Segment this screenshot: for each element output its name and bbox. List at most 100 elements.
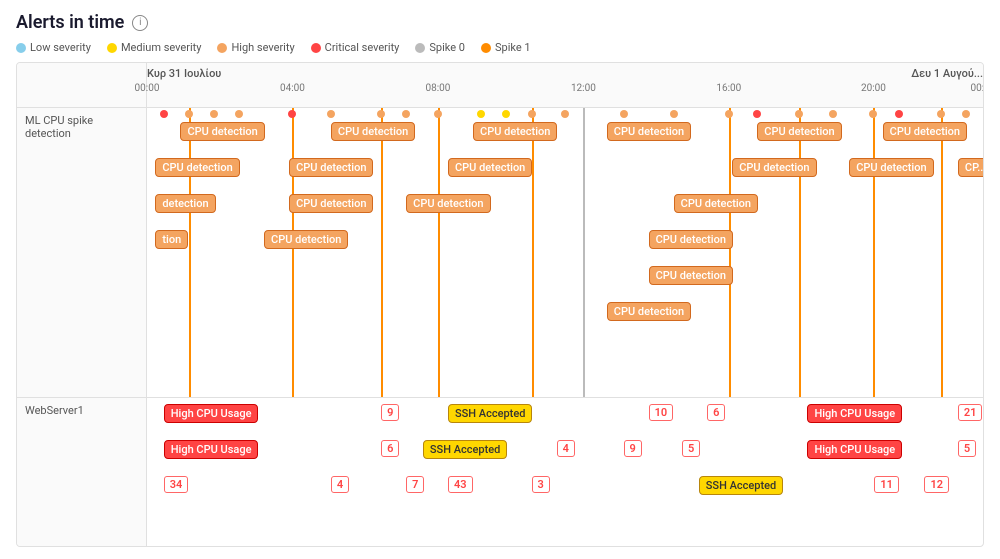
dot-high-10 — [620, 110, 628, 118]
spike-line-8 — [799, 108, 801, 397]
ssh-accepted-3[interactable]: SSH Accepted — [699, 476, 783, 495]
cpu-detect-13[interactable]: detection — [155, 194, 215, 213]
tick-1200: 12:00 — [571, 83, 596, 94]
legend-low: Low severity — [16, 41, 91, 54]
dot-critical-3 — [753, 110, 761, 118]
high-severity-label: High severity — [231, 41, 294, 54]
dot-critical-4 — [895, 110, 903, 118]
tick-0000-2: 00:00 — [971, 83, 984, 94]
cpu-detect-4[interactable]: CPU detection — [607, 122, 691, 141]
cpu-detect-21[interactable]: CPU detection — [607, 302, 691, 321]
webserver-label: WebServer1 — [17, 398, 147, 546]
cpu-detect-3[interactable]: CPU detection — [473, 122, 557, 141]
date-left: Κυρ 31 Ιουλίου — [147, 67, 221, 80]
high-cpu-1[interactable]: High CPU Usage — [164, 404, 259, 423]
low-severity-label: Low severity — [30, 41, 91, 54]
time-axis: Κυρ 31 Ιουλίου Δευ 1 Αυγού... 00:00 04:0… — [147, 63, 983, 107]
high-cpu-2[interactable]: High CPU Usage — [807, 404, 902, 423]
badge-12[interactable]: 12 — [924, 476, 949, 493]
cpu-detect-10[interactable]: CPU detection — [732, 158, 816, 177]
cpu-detect-1[interactable]: CPU detection — [180, 122, 264, 141]
badge-6-2[interactable]: 6 — [381, 440, 399, 457]
spike0-label: Spike 0 — [429, 41, 465, 54]
cpu-detect-12[interactable]: CP... — [958, 158, 983, 177]
medium-severity-label: Medium severity — [121, 41, 202, 54]
badge-10[interactable]: 10 — [649, 404, 674, 421]
dot-critical-1 — [160, 110, 168, 118]
cpu-detect-8[interactable]: CPU detection — [289, 158, 373, 177]
ssh-accepted-2[interactable]: SSH Accepted — [423, 440, 507, 459]
dot-high-17 — [962, 110, 970, 118]
chart-rows: ML CPU spike detection — [17, 108, 983, 546]
badge-34[interactable]: 34 — [164, 476, 189, 493]
legend-spike0: Spike 0 — [415, 41, 465, 54]
high-cpu-4[interactable]: High CPU Usage — [807, 440, 902, 459]
cpu-detect-5[interactable]: CPU detection — [757, 122, 841, 141]
spike1-label: Spike 1 — [495, 41, 531, 54]
dot-high-3 — [235, 110, 243, 118]
high-cpu-3[interactable]: High CPU Usage — [164, 440, 259, 459]
legend-spike1: Spike 1 — [481, 41, 531, 54]
legend-critical: Critical severity — [311, 41, 400, 54]
cpu-detect-16[interactable]: CPU detection — [674, 194, 758, 213]
webserver-row: WebServer1 High CPU Usage 9 SSH Accepted… — [17, 398, 983, 546]
header-label-spacer — [17, 63, 147, 107]
high-severity-dot — [217, 43, 227, 53]
time-header: Κυρ 31 Ιουλίου Δευ 1 Αυγού... 00:00 04:0… — [17, 63, 983, 108]
spike-line-10 — [941, 108, 943, 397]
legend: Low severity Medium severity High severi… — [16, 41, 984, 54]
cpu-detect-18[interactable]: CPU detection — [264, 230, 348, 249]
low-severity-dot — [16, 43, 26, 53]
dot-high-2 — [210, 110, 218, 118]
legend-high: High severity — [217, 41, 294, 54]
spike1-dot — [481, 43, 491, 53]
badge-4-1[interactable]: 4 — [557, 440, 575, 457]
cpu-detect-9[interactable]: CPU detection — [448, 158, 532, 177]
badge-5-1[interactable]: 5 — [682, 440, 700, 457]
spike0-dot — [415, 43, 425, 53]
ml-cpu-label: ML CPU spike detection — [17, 108, 147, 397]
badge-4-2[interactable]: 4 — [331, 476, 349, 493]
tick-0800: 08:00 — [425, 83, 450, 94]
cpu-detect-11[interactable]: CPU detection — [849, 158, 933, 177]
dot-row — [147, 108, 983, 118]
badge-9-2[interactable]: 9 — [624, 440, 642, 457]
cpu-detect-15[interactable]: CPU detection — [406, 194, 490, 213]
spike-line-7 — [729, 108, 731, 397]
date-right: Δευ 1 Αυγού... — [911, 67, 983, 80]
cpu-detect-2[interactable]: CPU detection — [331, 122, 415, 141]
badge-21[interactable]: 21 — [958, 404, 983, 421]
dot-high-9 — [561, 110, 569, 118]
spike-line-9 — [873, 108, 875, 397]
cpu-detect-19[interactable]: CPU detection — [649, 230, 733, 249]
cpu-detect-6[interactable]: CPU detection — [883, 122, 967, 141]
ml-cpu-row: ML CPU spike detection — [17, 108, 983, 398]
info-icon[interactable]: i — [132, 15, 148, 31]
critical-severity-dot — [311, 43, 321, 53]
cpu-detect-20[interactable]: CPU detection — [649, 266, 733, 285]
page-title: Alerts in time — [16, 12, 124, 33]
cpu-detect-17[interactable]: tion — [155, 230, 188, 249]
webserver-content: High CPU Usage 9 SSH Accepted 10 6 High … — [147, 398, 983, 546]
ssh-accepted-1[interactable]: SSH Accepted — [448, 404, 532, 423]
badge-6-1[interactable]: 6 — [707, 404, 725, 421]
spike-line-1 — [189, 108, 191, 397]
tick-2000: 20:00 — [861, 83, 886, 94]
cpu-detect-14[interactable]: CPU detection — [289, 194, 373, 213]
ml-cpu-content: CPU detection CPU detection CPU detectio… — [147, 108, 983, 397]
legend-medium: Medium severity — [107, 41, 202, 54]
badge-5-2[interactable]: 5 — [958, 440, 976, 457]
cpu-detect-7[interactable]: CPU detection — [155, 158, 239, 177]
dot-high-4 — [327, 110, 335, 118]
tick-1600: 16:00 — [716, 83, 741, 94]
badge-11[interactable]: 11 — [874, 476, 899, 493]
badge-7[interactable]: 7 — [406, 476, 424, 493]
chart-area: Κυρ 31 Ιουλίου Δευ 1 Αυγού... 00:00 04:0… — [16, 62, 984, 547]
spike-line-6 — [583, 108, 585, 397]
badge-3[interactable]: 3 — [532, 476, 550, 493]
badge-9-1[interactable]: 9 — [381, 404, 399, 421]
dot-medium-2 — [502, 110, 510, 118]
critical-severity-label: Critical severity — [325, 41, 400, 54]
spike-line-5 — [532, 108, 534, 397]
badge-43[interactable]: 43 — [448, 476, 473, 493]
